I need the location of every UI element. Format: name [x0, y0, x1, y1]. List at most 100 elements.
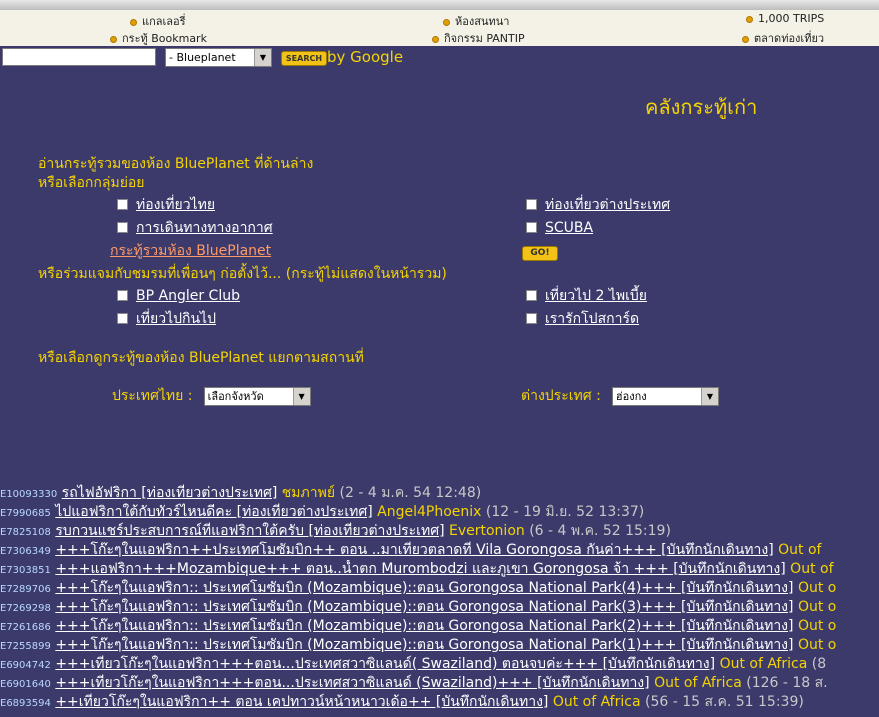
- club-backpack[interactable]: เที่ยวไป 2 ไพเบี้ย: [526, 285, 647, 307]
- thread-title-link[interactable]: +++โก๊ะๆในแอฟริกา:: ประเทศโมซัมบิก (Moza…: [55, 580, 793, 596]
- thread-author[interactable]: Out of Africa: [553, 694, 641, 710]
- group-intl-travel-link[interactable]: ท่องเที่ยวต่างประเทศ: [545, 197, 670, 213]
- nav-market[interactable]: ตลาดท่องเที่ยว: [742, 29, 824, 47]
- checkbox[interactable]: [117, 290, 128, 301]
- table-row: E7990685 ไปแอฟริกาใต้กับทัวร์ไหนดีคะ [ท่…: [0, 503, 879, 522]
- thread-author[interactable]: ชมภาพย์: [282, 485, 335, 501]
- nav-trips[interactable]: 1,000 TRIPS: [746, 12, 824, 25]
- club-backpack-link[interactable]: เที่ยวไป 2 ไพเบี้ย: [545, 288, 647, 304]
- club-postcard-link[interactable]: เรารักโปสการ์ด: [545, 311, 639, 327]
- thread-title-link[interactable]: รถไฟอัฟริกา [ท่องเที่ยวต่างประเทศ]: [62, 485, 278, 501]
- thread-id: E7825108: [0, 527, 51, 538]
- nav-gallery[interactable]: แกลเลอรี่: [130, 12, 186, 30]
- top-navigation: แกลเลอรี่ ห้องสนทนา 1,000 TRIPS กระทู้ B…: [0, 10, 879, 46]
- group-scuba-link[interactable]: SCUBA: [545, 220, 593, 236]
- thread-id: E6901640: [0, 679, 51, 690]
- search-button[interactable]: SEARCH: [281, 51, 327, 66]
- checkbox[interactable]: [526, 222, 537, 233]
- checkbox[interactable]: [526, 290, 537, 301]
- room-select-value: - Blueplanet: [169, 51, 236, 64]
- table-row: E6904742 +++เที่ยวโก๊ะๆในแอฟริกา+++ตอน..…: [0, 655, 879, 674]
- thread-title-link[interactable]: +++เที่ยวโก๊ะๆในแอฟริกา+++ตอน...ประเทศสว…: [55, 675, 649, 691]
- chevron-down-icon[interactable]: ▼: [254, 49, 271, 66]
- checkbox[interactable]: [526, 313, 537, 324]
- all-threads-link[interactable]: กระทู้รวมห้อง BluePlanet: [110, 240, 271, 262]
- thread-title-link[interactable]: รบกวนแชร์ประสบการณ์ที่แอฟริกาใต้ครับ [ท่…: [55, 523, 444, 539]
- province-select-value: เลือกจังหวัด: [207, 389, 264, 403]
- all-threads-link-label[interactable]: กระทู้รวมห้อง BluePlanet: [110, 243, 271, 259]
- thread-date: (56 - 15 ส.ค. 51 15:39): [645, 694, 804, 710]
- nav-trips-label: 1,000 TRIPS: [758, 12, 825, 25]
- group-intl-travel[interactable]: ท่องเที่ยวต่างประเทศ: [526, 194, 670, 216]
- thread-title-link[interactable]: +++โก๊ะๆในแอฟริกา:: ประเทศโมซัมบิก (Moza…: [55, 618, 793, 634]
- thread-author[interactable]: Out o: [798, 599, 836, 615]
- thread-title-link[interactable]: +++เที่ยวโก๊ะๆในแอฟริกา+++ตอน...ประเทศสว…: [55, 656, 715, 672]
- club-angler[interactable]: BP Angler Club: [117, 285, 240, 304]
- table-row: E7303851 +++แอฟริกา+++Mozambique+++ ตอน.…: [0, 560, 879, 579]
- thread-author[interactable]: Out of: [778, 542, 821, 558]
- thread-id: E6904742: [0, 660, 51, 671]
- checkbox[interactable]: [117, 313, 128, 324]
- thread-author[interactable]: Out of Africa: [720, 656, 808, 672]
- chevron-down-icon[interactable]: ▼: [700, 387, 718, 405]
- group-scuba[interactable]: SCUBA: [526, 217, 593, 236]
- thread-date: (8: [811, 656, 827, 672]
- nav-market-label: ตลาดท่องเที่ยว: [754, 32, 825, 45]
- thread-date: (6 - 4 พ.ค. 52 15:19): [529, 523, 671, 539]
- page-title: คลังกระทู้เก่า: [645, 95, 758, 119]
- bullet-icon: [443, 18, 450, 26]
- thread-author[interactable]: Angel4Phoenix: [377, 504, 481, 520]
- group-air-travel-link[interactable]: การเดินทางทางอากาศ: [136, 220, 273, 236]
- checkbox[interactable]: [117, 222, 128, 233]
- thread-author[interactable]: Out o: [798, 580, 836, 596]
- chevron-down-icon[interactable]: ▼: [292, 387, 310, 405]
- thread-title-link[interactable]: +++โก๊ะๆในแอฟริกา++ประเทศโมซัมบิก++ ตอน …: [55, 542, 773, 558]
- nav-chatroom[interactable]: ห้องสนทนา: [443, 12, 509, 30]
- nav-bookmark[interactable]: กระทู้ Bookmark: [110, 29, 207, 47]
- thread-date: (12 - 19 มิ.ย. 52 13:37): [485, 504, 645, 520]
- place-heading: หรือเลือกดูกระทู้ของห้อง BluePlanet แยกต…: [38, 350, 364, 366]
- table-row: E7255899 +++โก๊ะๆในแอฟริกา:: ประเทศโมซัม…: [0, 636, 879, 655]
- intro-line-2: หรือเลือกกลุ่มย่อย: [38, 175, 145, 191]
- club-postcard[interactable]: เรารักโปสการ์ด: [526, 308, 639, 330]
- search-input[interactable]: [2, 48, 156, 66]
- thread-author[interactable]: Out of: [790, 561, 833, 577]
- province-select[interactable]: เลือกจังหวัด ▼: [203, 386, 311, 406]
- club-angler-link[interactable]: BP Angler Club: [136, 288, 240, 304]
- thread-id: E7261686: [0, 622, 51, 633]
- thread-title-link[interactable]: +++แอฟริกา+++Mozambique+++ ตอน..น้ำตก Mu…: [55, 561, 785, 577]
- thread-title-link[interactable]: ++เที่ยวโก๊ะๆในแอฟริกา++ ตอน เคปทาวน์หน้…: [55, 694, 548, 710]
- thread-author[interactable]: Out of Africa: [654, 675, 742, 691]
- country-label: ต่างประเทศ :: [521, 388, 601, 404]
- clubs-heading: หรือร่วมแจมกับชมรมที่เพื่อนๆ ก่อตั้งไว้.…: [38, 266, 447, 282]
- thread-id: E6893594: [0, 698, 51, 709]
- thread-title-link[interactable]: +++โก๊ะๆในแอฟริกา:: ประเทศโมซัมบิก (Moza…: [55, 637, 793, 653]
- group-thai-travel[interactable]: ท่องเที่ยวไทย: [117, 194, 215, 216]
- nav-gallery-label: แกลเลอรี่: [142, 15, 186, 28]
- table-row: E10093330 รถไฟอัฟริกา [ท่องเที่ยวต่างประ…: [0, 484, 879, 503]
- bullet-icon: [746, 15, 753, 23]
- thread-author[interactable]: Out o: [798, 618, 836, 634]
- thread-title-link[interactable]: +++โก๊ะๆในแอฟริกา:: ประเทศโมซัมบิก (Moza…: [55, 599, 793, 615]
- thread-list: E10093330 รถไฟอัฟริกา [ท่องเที่ยวต่างประ…: [0, 484, 879, 712]
- thread-id: E7289706: [0, 584, 51, 595]
- table-row: E7269298 +++โก๊ะๆในแอฟริกา:: ประเทศโมซัม…: [0, 598, 879, 617]
- club-eat[interactable]: เที่ยวไปกินไป: [117, 308, 216, 330]
- thread-author[interactable]: Evertonion: [449, 523, 525, 539]
- group-thai-travel-link[interactable]: ท่องเที่ยวไทย: [136, 197, 215, 213]
- table-row: E6901640 +++เที่ยวโก๊ะๆในแอฟริกา+++ตอน..…: [0, 674, 879, 693]
- checkbox[interactable]: [526, 199, 537, 210]
- thread-id: E10093330: [0, 489, 58, 500]
- club-eat-link[interactable]: เที่ยวไปกินไป: [136, 311, 216, 327]
- thread-title-link[interactable]: ไปแอฟริกาใต้กับทัวร์ไหนดีคะ [ท่องเที่ยวต…: [55, 504, 372, 520]
- group-air-travel[interactable]: การเดินทางทางอากาศ: [117, 217, 273, 239]
- nav-activities[interactable]: กิจกรรม PANTIP: [432, 29, 525, 47]
- country-select[interactable]: ฮ่องกง ▼: [611, 386, 719, 406]
- thread-author[interactable]: Out o: [798, 637, 836, 653]
- go-button[interactable]: GO!: [522, 246, 558, 261]
- search-bar: - Blueplanet ▼ SEARCH by Google: [0, 47, 879, 69]
- go-button-wrap: GO!: [522, 240, 558, 261]
- table-row: E6893594 ++เที่ยวโก๊ะๆในแอฟริกา++ ตอน เค…: [0, 693, 879, 712]
- room-select[interactable]: - Blueplanet ▼: [165, 48, 272, 67]
- checkbox[interactable]: [117, 199, 128, 210]
